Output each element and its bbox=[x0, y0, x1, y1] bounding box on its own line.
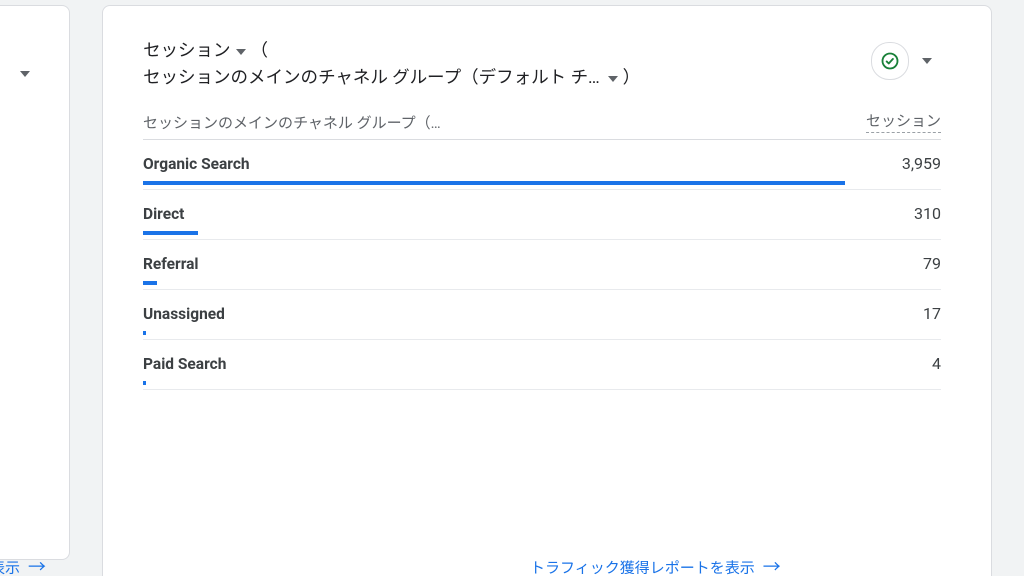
table-row[interactable]: Unassigned 17 bbox=[143, 290, 941, 340]
session-count: 4 bbox=[932, 354, 941, 373]
status-check-button[interactable] bbox=[871, 42, 909, 80]
metric-column-header[interactable]: セッション bbox=[866, 110, 941, 133]
left-card bbox=[0, 5, 70, 560]
left-card-dropdown[interactable] bbox=[11, 60, 39, 88]
channel-name: Direct bbox=[143, 205, 184, 223]
paren-open: （ bbox=[251, 38, 269, 65]
traffic-card: セッション （ セッションのメインのチャネル グループ（デフォルト チ… ） bbox=[102, 5, 992, 576]
channel-name: Paid Search bbox=[143, 355, 226, 373]
footer-label: 表示 bbox=[0, 557, 20, 576]
table-row[interactable]: Direct 310 bbox=[143, 190, 941, 240]
row-content: Paid Search 4 bbox=[143, 354, 941, 373]
bar-fill bbox=[143, 331, 146, 335]
check-circle-icon bbox=[880, 51, 900, 71]
bar-fill bbox=[143, 381, 146, 385]
session-count: 17 bbox=[923, 304, 941, 323]
column-headers: セッションのメインのチャネル グループ（… セッション bbox=[143, 110, 941, 133]
left-card-footer-link[interactable]: 表示 → bbox=[0, 557, 46, 576]
footer-label: トラフィック獲得レポートを表示 bbox=[530, 557, 755, 576]
arrow-right-icon: → bbox=[28, 559, 46, 576]
dimension-selector[interactable]: セッションのメインのチャネル グループ（デフォルト チ… bbox=[143, 65, 600, 92]
session-count: 310 bbox=[914, 204, 941, 223]
card-header: セッション （ セッションのメインのチャネル グループ（デフォルト チ… ） bbox=[143, 38, 941, 92]
bar-track bbox=[143, 381, 941, 385]
row-content: Organic Search 3,959 bbox=[143, 154, 941, 173]
channel-name: Referral bbox=[143, 255, 199, 273]
table-row[interactable]: Paid Search 4 bbox=[143, 340, 941, 390]
rows-container: Organic Search 3,959 Direct 310 Referral 79 Un… bbox=[143, 140, 941, 390]
chevron-down-icon bbox=[922, 58, 932, 64]
chevron-down-icon[interactable] bbox=[608, 76, 618, 82]
title-line-1: セッション （ bbox=[143, 38, 640, 65]
chevron-down-icon[interactable] bbox=[236, 49, 246, 55]
row-content: Direct 310 bbox=[143, 204, 941, 223]
bar-track bbox=[143, 181, 941, 185]
table-row[interactable]: Organic Search 3,959 bbox=[143, 140, 941, 190]
table-row[interactable]: Referral 79 bbox=[143, 240, 941, 290]
traffic-report-link[interactable]: トラフィック獲得レポートを表示 → bbox=[530, 557, 781, 576]
row-content: Referral 79 bbox=[143, 254, 941, 273]
bar-track bbox=[143, 281, 941, 285]
channel-name: Unassigned bbox=[143, 305, 225, 323]
session-count: 79 bbox=[923, 254, 941, 273]
card-menu-button[interactable] bbox=[913, 47, 941, 75]
arrow-right-icon: → bbox=[763, 559, 781, 576]
session-count: 3,959 bbox=[902, 154, 941, 173]
bar-fill bbox=[143, 281, 157, 285]
bar-fill bbox=[143, 231, 198, 235]
dimension-column-header: セッションのメインのチャネル グループ（… bbox=[143, 112, 441, 133]
title-line-2: セッションのメインのチャネル グループ（デフォルト チ… ） bbox=[143, 65, 640, 92]
paren-close: ） bbox=[623, 65, 641, 92]
row-content: Unassigned 17 bbox=[143, 304, 941, 323]
card-controls bbox=[871, 42, 941, 80]
bar-fill bbox=[143, 181, 845, 185]
bar-track bbox=[143, 331, 941, 335]
bar-track bbox=[143, 231, 941, 235]
chevron-down-icon bbox=[20, 71, 30, 77]
card-title: セッション （ セッションのメインのチャネル グループ（デフォルト チ… ） bbox=[143, 38, 640, 92]
channel-name: Organic Search bbox=[143, 155, 250, 173]
metric-selector[interactable]: セッション bbox=[143, 38, 231, 65]
